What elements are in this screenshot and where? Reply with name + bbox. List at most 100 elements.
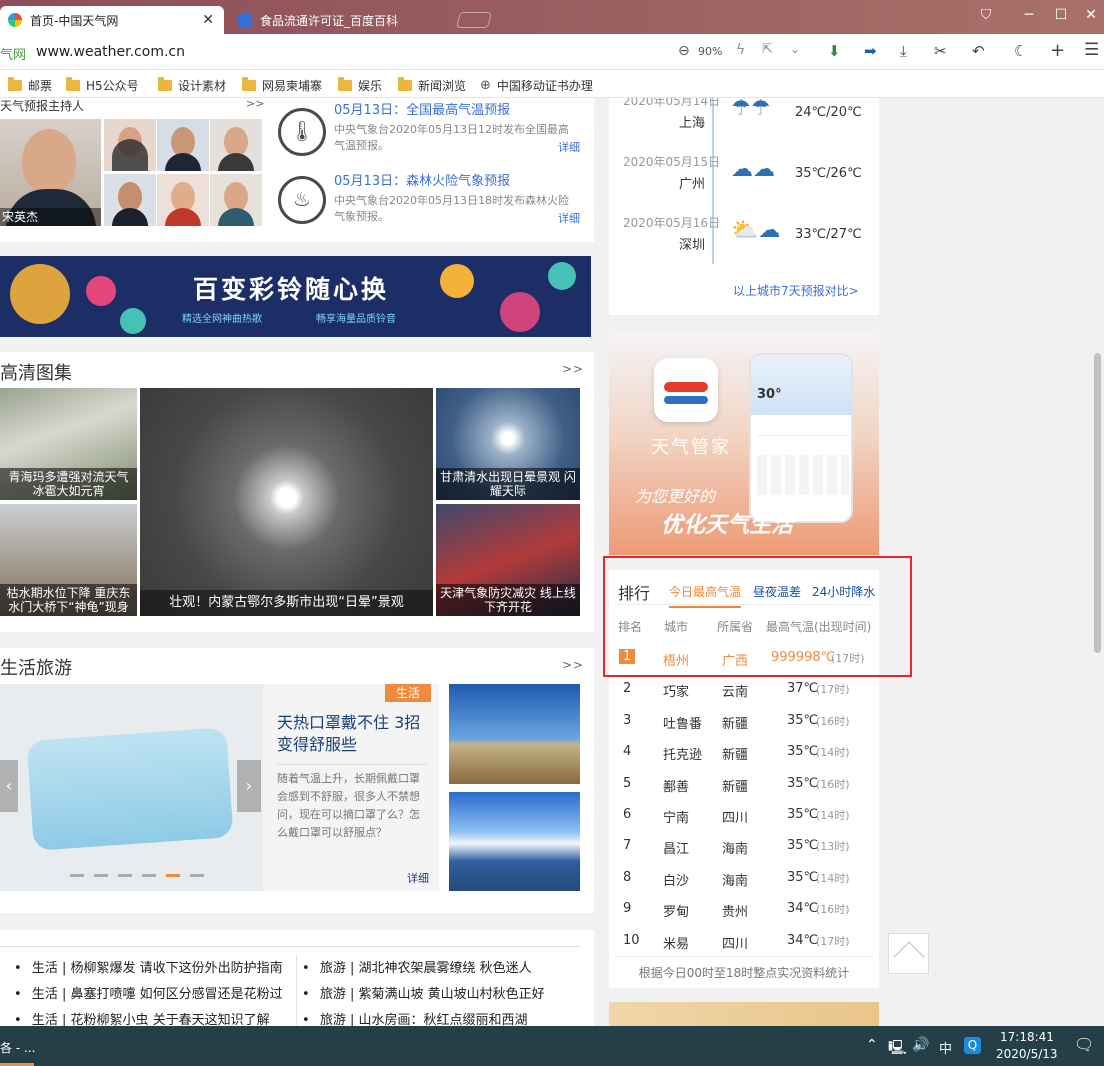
- life-headline[interactable]: 天热口罩戴不住 3招变得舒服些: [277, 712, 429, 756]
- list-item[interactable]: • 生活 | 杨柳絮爆发 请收下这份外出防护指南: [14, 956, 283, 982]
- life-article[interactable]: 生活 天热口罩戴不住 3招变得舒服些 随着气温上升，长期佩戴口罩会感到不舒服，很…: [263, 684, 439, 891]
- list-item[interactable]: • 旅游 | 山水房画：秋红点缀丽和西湖: [302, 1008, 545, 1026]
- bookmark-folder[interactable]: 新闻浏览: [398, 77, 466, 94]
- maximize-button[interactable]: ☐: [1050, 6, 1072, 24]
- network-icon[interactable]: 🖳: [888, 1037, 907, 1061]
- download-icon[interactable]: ⤓: [900, 42, 907, 60]
- minimize-button[interactable]: ─: [1018, 6, 1040, 24]
- life-more-detail[interactable]: 详细: [407, 870, 429, 886]
- close-tab-icon[interactable]: ✕: [202, 12, 214, 28]
- ranking-row[interactable]: 4 托克逊 新疆 35℃ (14时): [609, 736, 879, 767]
- bookmark-globe[interactable]: ⊕ 中国移动证书办理: [480, 77, 593, 94]
- taskbar-app-label[interactable]: 各 - ...: [0, 1039, 35, 1056]
- ranking-row[interactable]: 2 巧家 云南 37℃ (17时): [609, 673, 879, 704]
- list-item[interactable]: • 生活 | 花粉柳絮小虫 关于春天这知识了解: [14, 1008, 283, 1026]
- gallery-item-chongqing[interactable]: 枯水期水位下降 重庆东水门大桥下“神龟”现身: [0, 504, 137, 616]
- tab-title: 食品流通许可证_百度百科: [260, 13, 399, 28]
- scissors-icon[interactable]: ✂: [934, 42, 947, 60]
- new-tab-button[interactable]: [456, 12, 492, 28]
- forecast-row[interactable]: 2020年05月16日 深圳 ⛅☁ 33℃/27℃: [623, 214, 873, 274]
- ranking-row[interactable]: 9 罗甸 贵州 34℃ (16时): [609, 893, 879, 924]
- forecast-row[interactable]: 2020年05月15日 广州 ☁☁ 35℃/26℃: [623, 153, 873, 213]
- rank-time: (14时): [816, 871, 850, 885]
- weather-app-ad[interactable]: 天气管家 30° 为您更好的 优化天气生活: [609, 331, 879, 555]
- bookmark-folder[interactable]: 设计素材: [158, 77, 226, 94]
- host-photo[interactable]: [104, 119, 156, 171]
- host-main-photo[interactable]: 宋英杰: [0, 119, 101, 226]
- host-photo[interactable]: [157, 119, 209, 171]
- hosts-title: 天气预报主持人: [0, 99, 85, 113]
- ranking-row[interactable]: 7 昌江 海南 35℃ (13时): [609, 830, 879, 861]
- ranking-row[interactable]: 3 吐鲁番 新疆 35℃ (16时): [609, 705, 879, 736]
- rank-number: 3: [623, 712, 632, 728]
- gallery-more-link[interactable]: >>: [562, 362, 584, 376]
- list-item[interactable]: • 旅游 | 湖北神农架晨雾缭绕 秋色迷人: [302, 956, 545, 982]
- bookmark-folder[interactable]: H5公众号: [66, 77, 139, 94]
- rank-province: 新疆: [722, 748, 749, 764]
- tab-weather-home[interactable]: 首页-中国天气网 ✕: [0, 6, 224, 34]
- undo-icon[interactable]: ↶: [972, 42, 985, 60]
- menu-icon[interactable]: ☰: [1084, 40, 1099, 60]
- bookmark-folder[interactable]: 网易柬埔寨: [242, 77, 322, 94]
- host-photo[interactable]: [210, 174, 262, 226]
- next-ad-peek[interactable]: [609, 1002, 879, 1026]
- rank-city: 鄯善: [663, 779, 690, 795]
- life-photo-mountain[interactable]: [449, 792, 580, 891]
- host-photo[interactable]: [104, 174, 156, 226]
- list-item[interactable]: • 旅游 | 紫菊满山坡 黄山坡山村秋色正好: [302, 982, 545, 1008]
- chevron-down-icon[interactable]: ⌄: [790, 42, 800, 56]
- add-icon[interactable]: +: [1050, 40, 1065, 61]
- bookmark-folder[interactable]: 邮票: [8, 77, 52, 94]
- warning-more-link[interactable]: 详细: [558, 210, 580, 226]
- ranking-row[interactable]: 8 白沙 海南 35℃ (14时): [609, 862, 879, 893]
- shirt-skin-icon[interactable]: ⛉: [975, 6, 997, 24]
- close-window-button[interactable]: ✕: [1080, 6, 1102, 24]
- globe-icon: ⊕: [480, 78, 491, 93]
- chevron-up-icon[interactable]: ⌃: [866, 1037, 878, 1053]
- warning-title[interactable]: 05月13日：全国最高气温预报: [334, 99, 580, 118]
- ringtone-banner-ad[interactable]: 百变彩铃随心换 精选全网神曲热歌 畅享海量品质铃音: [0, 256, 591, 337]
- share-icon[interactable]: ⇱: [762, 42, 773, 57]
- mask-shape: [26, 727, 234, 851]
- life-carousel-image[interactable]: ‹ ›: [0, 684, 263, 891]
- send-icon[interactable]: ➡: [864, 42, 877, 60]
- warning-item[interactable]: 05月13日：全国最高气温预报 中央气象台2020年05月13日12时发布全国最…: [280, 99, 580, 155]
- back-to-top-button[interactable]: [888, 933, 929, 974]
- download-green-icon[interactable]: ⬇: [828, 42, 841, 60]
- ranking-row[interactable]: 5 鄯善 新疆 35℃ (16时): [609, 768, 879, 799]
- rank-province: 云南: [722, 685, 749, 701]
- forecast-row[interactable]: 2020年05月14日 上海 ☂☂ 24℃/20℃: [623, 98, 873, 152]
- hosts-more-link[interactable]: >>: [246, 98, 264, 110]
- ime-indicator[interactable]: 中: [939, 1038, 952, 1057]
- life-photo-palace[interactable]: [449, 684, 580, 784]
- gallery-item-halo-main[interactable]: 壮观！内蒙古鄂尔多斯市出现“日晕”景观: [140, 388, 433, 616]
- gallery-item-tianjin[interactable]: 天津气象防灾减灾 线上线下齐开花: [436, 504, 580, 616]
- lightning-icon[interactable]: ϟ: [736, 42, 745, 58]
- night-mode-icon[interactable]: ☾: [1014, 42, 1027, 60]
- host-photo[interactable]: [210, 119, 262, 171]
- rank-province: 四川: [722, 936, 749, 952]
- host-photo[interactable]: [157, 174, 209, 226]
- qq-icon[interactable]: Q: [964, 1037, 981, 1054]
- url-input[interactable]: www.weather.com.cn: [36, 44, 185, 60]
- carousel-next-button[interactable]: ›: [237, 760, 261, 812]
- page-scrollbar[interactable]: [1092, 98, 1104, 1026]
- warning-more-link[interactable]: 详细: [558, 139, 580, 155]
- warning-item[interactable]: 05月13日：森林火险气象预报 中央气象台2020年05月13日18时发布森林火…: [280, 170, 580, 226]
- list-item[interactable]: • 生活 | 鼻塞打喷嚏 如何区分感冒还是花粉过: [14, 982, 283, 1008]
- tab-baike[interactable]: 食品流通许可证_百度百科: [230, 6, 456, 34]
- zoom-icon[interactable]: ⊖: [678, 43, 690, 59]
- gallery-item-gansu-halo[interactable]: 甘肃清水出现日晕景观 闪耀天际: [436, 388, 580, 500]
- ranking-row[interactable]: 6 宁南 四川 35℃ (14时): [609, 799, 879, 830]
- notification-icon[interactable]: 🗨: [1074, 1035, 1094, 1054]
- warning-title[interactable]: 05月13日：森林火险气象预报: [334, 170, 580, 189]
- life-more-link[interactable]: >>: [562, 658, 584, 672]
- forecast-compare-link[interactable]: 以上城市7天预报对比>: [733, 282, 859, 299]
- scrollbar-thumb[interactable]: [1094, 353, 1101, 653]
- bookmark-folder[interactable]: 娱乐: [338, 77, 382, 94]
- gallery-item-hail[interactable]: 青海玛多遭强对流天气 冰雹大如元宵: [0, 388, 137, 500]
- rank-temp: 34℃: [787, 932, 819, 948]
- carousel-prev-button[interactable]: ‹: [0, 760, 18, 812]
- volume-icon[interactable]: 🔊: [912, 1037, 929, 1053]
- ranking-row[interactable]: 10 米易 四川 34℃ (17时): [609, 925, 879, 956]
